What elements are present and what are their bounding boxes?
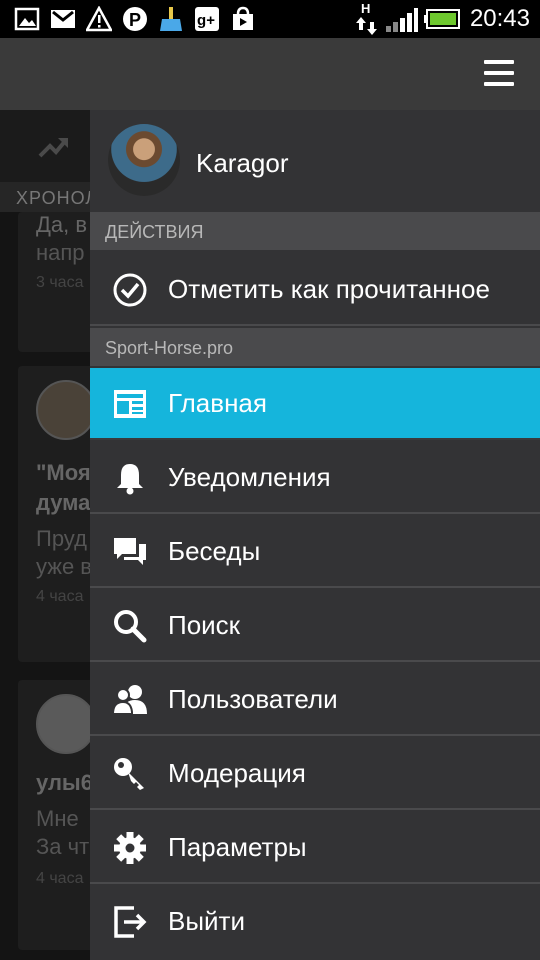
cleaner-icon: [160, 7, 182, 31]
sidebar-item-label: Модерация: [168, 758, 306, 788]
svg-text:g+: g+: [197, 12, 215, 29]
background-avatar: [36, 380, 96, 440]
background-card-time: 4 часа: [36, 870, 84, 887]
google-plus-icon: g+: [195, 7, 219, 31]
background-card-time: 4 часа: [36, 588, 84, 605]
gear-icon: [114, 832, 146, 864]
sidebar-item-label: Уведомления: [168, 462, 331, 492]
background-card-line: Мне: [36, 806, 79, 831]
sidebar-item-label: Параметры: [168, 832, 307, 862]
network-type-label: H: [361, 1, 371, 16]
menu-hamburger-icon[interactable]: [484, 60, 514, 86]
sidebar-item-label: Беседы: [168, 536, 261, 566]
store-icon: [233, 6, 253, 30]
sidebar-item-label: Выйти: [168, 906, 245, 936]
status-bar: P g+ H 20:43: [0, 0, 540, 38]
battery-icon: [424, 9, 460, 29]
gallery-icon: [14, 7, 40, 31]
background-card-title: "Моя: [36, 460, 91, 485]
avatar: [108, 124, 180, 196]
actions-section-header: ДЕЙСТВИЯ: [90, 212, 540, 250]
pinterest-icon: P: [123, 7, 147, 31]
site-section-header: Sport-Horse.pro: [90, 328, 540, 366]
background-avatar: [36, 694, 96, 754]
users-icon: [112, 685, 147, 715]
data-arrows-icon: [356, 17, 377, 35]
background-card-title: дума: [36, 490, 91, 515]
sidebar-item-notifications[interactable]: Уведомления: [90, 442, 540, 514]
bell-icon: [117, 464, 143, 495]
warning-icon: [86, 6, 112, 32]
sidebar-item-users[interactable]: Пользователи: [90, 664, 540, 736]
sidebar-item-conversations[interactable]: Беседы: [90, 516, 540, 588]
sidebar-item-settings[interactable]: Параметры: [90, 812, 540, 884]
sidebar-item-label: Главная: [168, 388, 267, 418]
check-circle-icon: [113, 273, 147, 307]
background-card-line: За чт: [36, 834, 90, 859]
logout-icon: [114, 906, 147, 938]
signal-icon: [386, 8, 418, 32]
svg-text:P: P: [129, 10, 141, 30]
chat-icon: [114, 538, 146, 565]
background-card-line: Да, в: [36, 212, 88, 237]
mark-read-item[interactable]: Отметить как прочитанное: [90, 254, 540, 326]
background-card-time: 3 часа: [36, 274, 84, 291]
network-type-indicator: H: [356, 0, 378, 38]
sidebar-item-search[interactable]: Поиск: [90, 590, 540, 662]
search-icon: [114, 610, 147, 643]
news-icon: [114, 390, 146, 418]
clock: 20:43: [469, 5, 530, 32]
app-bar: [0, 38, 540, 110]
sidebar-item-home[interactable]: Главная: [90, 368, 540, 440]
background-card-line: Пруд: [36, 526, 87, 551]
key-icon: [114, 758, 144, 790]
background-card-title: улы6: [36, 770, 93, 795]
user-profile[interactable]: Karagor: [90, 110, 540, 212]
user-name: Karagor: [196, 148, 289, 178]
sidebar-item-label: Поиск: [168, 610, 241, 640]
gmail-icon: [51, 10, 75, 28]
mark-read-label: Отметить как прочитанное: [168, 274, 490, 304]
sidebar-item-moderation[interactable]: Модерация: [90, 738, 540, 810]
sidebar-item-logout[interactable]: Выйти: [90, 886, 540, 958]
sidebar-item-label: Пользователи: [168, 684, 338, 714]
trending-icon[interactable]: [38, 130, 70, 162]
background-card-line: уже в: [36, 554, 92, 579]
background-card-line: напр: [36, 240, 85, 265]
navigation-drawer: Karagor ДЕЙСТВИЯ Отметить как прочитанно…: [90, 110, 540, 960]
